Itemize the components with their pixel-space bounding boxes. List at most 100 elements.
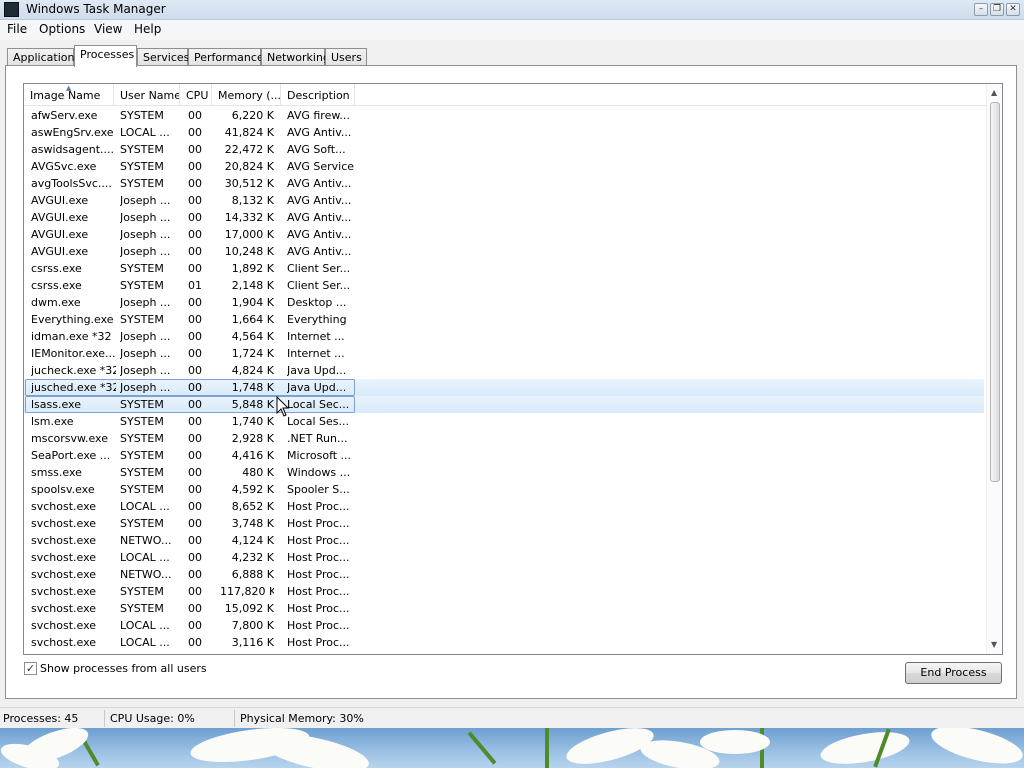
process-row[interactable]: aswidsagent.... SYSTEM 00 22,472 K AVG Soft.… — [24, 141, 984, 158]
sort-up-icon: ▲ — [66, 84, 72, 92]
menu-view[interactable]: View — [94, 22, 122, 36]
process-row[interactable]: AVGUI.exe Joseph ... 00 14,332 K AVG Antiv..… — [24, 209, 984, 226]
process-user-name: NETWO... — [120, 534, 172, 547]
process-memory: 1,664 K — [231, 313, 274, 326]
process-row[interactable]: svchost.exe SYSTEM 00 15,092 K Host Proc... — [24, 600, 984, 617]
task-manager-icon — [4, 2, 19, 17]
title-bar[interactable]: Windows Task Manager – ❐ ✕ — [0, 0, 1024, 20]
status-processes: Processes: 45 — [3, 712, 79, 725]
process-description: Desktop ... — [287, 296, 347, 309]
process-memory: 4,592 K — [231, 483, 274, 496]
vertical-scrollbar[interactable]: ▲ ▼ — [986, 84, 1002, 654]
process-user-name: NETWO... — [120, 568, 172, 581]
tab-services[interactable]: Services — [137, 48, 189, 66]
scrollbar-thumb[interactable] — [990, 102, 1000, 482]
process-row[interactable]: aswEngSrv.exe LOCAL ... 00 41,824 K AVG Anti… — [24, 124, 984, 141]
menu-help[interactable]: Help — [134, 22, 161, 36]
process-row[interactable]: AVGUI.exe Joseph ... 00 8,132 K AVG Antiv... — [24, 192, 984, 209]
process-user-name: LOCAL ... — [120, 551, 170, 564]
process-cpu: 00 — [188, 466, 202, 479]
process-user-name: SYSTEM — [120, 585, 164, 598]
tab-networking[interactable]: Networking — [261, 48, 330, 66]
process-memory: 20,824 K — [224, 160, 274, 173]
process-cpu: 01 — [188, 279, 202, 292]
process-user-name: SYSTEM — [120, 466, 164, 479]
tab-performance[interactable]: Performance — [188, 48, 264, 66]
process-cpu: 00 — [188, 296, 202, 309]
process-row[interactable]: jucheck.exe *32 Joseph ... 00 4,824 K Java U… — [24, 362, 984, 379]
process-row[interactable]: mscorsvw.exe SYSTEM 00 2,928 K .NET Run... — [24, 430, 984, 447]
column-memory[interactable]: Memory (... — [212, 84, 281, 106]
process-row[interactable]: afwServ.exe SYSTEM 00 6,220 K AVG firew... — [24, 107, 984, 124]
show-all-users-label[interactable]: Show processes from all users — [40, 662, 207, 675]
menu-file[interactable]: File — [7, 22, 27, 36]
process-memory: 14,332 K — [224, 211, 274, 224]
process-row[interactable]: lsass.exe SYSTEM 00 5,848 K Local Sec... — [24, 396, 984, 413]
process-cpu: 00 — [188, 568, 202, 581]
end-process-button[interactable]: End Process — [905, 662, 1002, 684]
column-user-name[interactable]: User Name — [114, 84, 180, 106]
tab-users[interactable]: Users — [325, 48, 367, 66]
process-user-name: Joseph ... — [120, 245, 171, 258]
process-description: AVG Antiv... — [287, 211, 352, 224]
process-list[interactable]: ▲ Image Name User Name CPU Memory (... D… — [23, 83, 1003, 655]
process-row[interactable]: svchost.exe NETWO... 00 6,888 K Host Proc... — [24, 566, 984, 583]
process-description: Java Upd... — [287, 381, 347, 394]
minimize-icon[interactable]: – — [974, 3, 988, 16]
process-row[interactable]: AVGSvc.exe SYSTEM 00 20,824 K AVG Service — [24, 158, 984, 175]
process-description: Java Upd... — [287, 364, 347, 377]
process-image-name: spoolsv.exe — [31, 483, 95, 496]
column-cpu[interactable]: CPU — [180, 84, 212, 106]
show-all-users-checkbox[interactable]: ✓ — [24, 662, 37, 675]
process-row[interactable]: IEMonitor.exe... Joseph ... 00 1,724 K Inter… — [24, 345, 984, 362]
process-row[interactable]: svchost.exe SYSTEM 00 117,820 K Host Proc... — [24, 583, 984, 600]
status-divider — [234, 710, 235, 727]
process-row[interactable]: svchost.exe LOCAL ... 00 4,232 K Host Proc..… — [24, 549, 984, 566]
scroll-up-icon[interactable]: ▲ — [991, 88, 997, 97]
desktop-wallpaper — [0, 728, 1024, 768]
process-row[interactable]: AVGUI.exe Joseph ... 00 17,000 K AVG Antiv..… — [24, 226, 984, 243]
process-cpu: 00 — [188, 432, 202, 445]
tab-applications[interactable]: Applications — [7, 48, 80, 66]
process-memory: 41,824 K — [224, 126, 274, 139]
process-cpu: 00 — [188, 313, 202, 326]
process-row[interactable]: csrss.exe SYSTEM 00 1,892 K Client Ser... — [24, 260, 984, 277]
process-description: Internet ... — [287, 347, 345, 360]
flower-petal — [818, 728, 912, 768]
list-header: ▲ Image Name User Name CPU Memory (... D… — [24, 84, 1002, 106]
process-row[interactable]: spoolsv.exe SYSTEM 00 4,592 K Spooler S... — [24, 481, 984, 498]
process-row[interactable]: jusched.exe *32 Joseph ... 00 1,748 K Java U… — [24, 379, 984, 396]
process-row[interactable]: svchost.exe NETWO... 00 4,124 K Host Proc... — [24, 532, 984, 549]
maximize-icon[interactable]: ❐ — [990, 3, 1004, 16]
process-row[interactable]: lsm.exe SYSTEM 00 1,740 K Local Ses... — [24, 413, 984, 430]
menu-options[interactable]: Options — [39, 22, 85, 36]
process-row[interactable]: dwm.exe Joseph ... 00 1,904 K Desktop ... — [24, 294, 984, 311]
process-user-name: SYSTEM — [120, 279, 164, 292]
process-row[interactable]: csrss.exe SYSTEM 01 2,148 K Client Ser... — [24, 277, 984, 294]
scroll-down-icon[interactable]: ▼ — [991, 640, 997, 649]
column-image-name[interactable]: ▲ Image Name — [24, 84, 114, 106]
process-image-name: jucheck.exe *32 — [31, 364, 116, 377]
process-row[interactable]: SeaPort.exe ... SYSTEM 00 4,416 K Microsoft … — [24, 447, 984, 464]
column-description[interactable]: Description — [281, 84, 355, 106]
tab-processes[interactable]: Processes — [74, 45, 137, 67]
process-user-name: SYSTEM — [120, 160, 164, 173]
process-user-name: Joseph ... — [120, 194, 171, 207]
process-row[interactable]: svchost.exe SYSTEM 00 3,748 K Host Proc... — [24, 515, 984, 532]
close-icon[interactable]: ✕ — [1006, 3, 1020, 16]
flower-stem — [545, 728, 549, 768]
process-memory: 17,000 K — [224, 228, 274, 241]
process-row[interactable]: svchost.exe LOCAL ... 00 7,800 K Host Proc..… — [24, 617, 984, 634]
process-user-name: SYSTEM — [120, 313, 164, 326]
process-user-name: SYSTEM — [120, 517, 164, 530]
process-row[interactable]: idman.exe *32 Joseph ... 00 4,564 K Internet… — [24, 328, 984, 345]
process-row[interactable]: Everything.exe SYSTEM 00 1,664 K Everything — [24, 311, 984, 328]
process-row[interactable]: smss.exe SYSTEM 00 480 K Windows ... — [24, 464, 984, 481]
process-row[interactable]: svchost.exe LOCAL ... 00 3,116 K Host Proc..… — [24, 634, 984, 651]
process-row[interactable]: svchost.exe LOCAL ... 00 8,652 K Host Proc..… — [24, 498, 984, 515]
process-row[interactable]: AVGUI.exe Joseph ... 00 10,248 K AVG Antiv..… — [24, 243, 984, 260]
process-user-name: Joseph ... — [120, 347, 171, 360]
process-image-name: svchost.exe — [31, 568, 97, 581]
process-image-name: lsm.exe — [31, 415, 74, 428]
process-row[interactable]: avgToolsSvc.... SYSTEM 00 30,512 K AVG Antiv… — [24, 175, 984, 192]
